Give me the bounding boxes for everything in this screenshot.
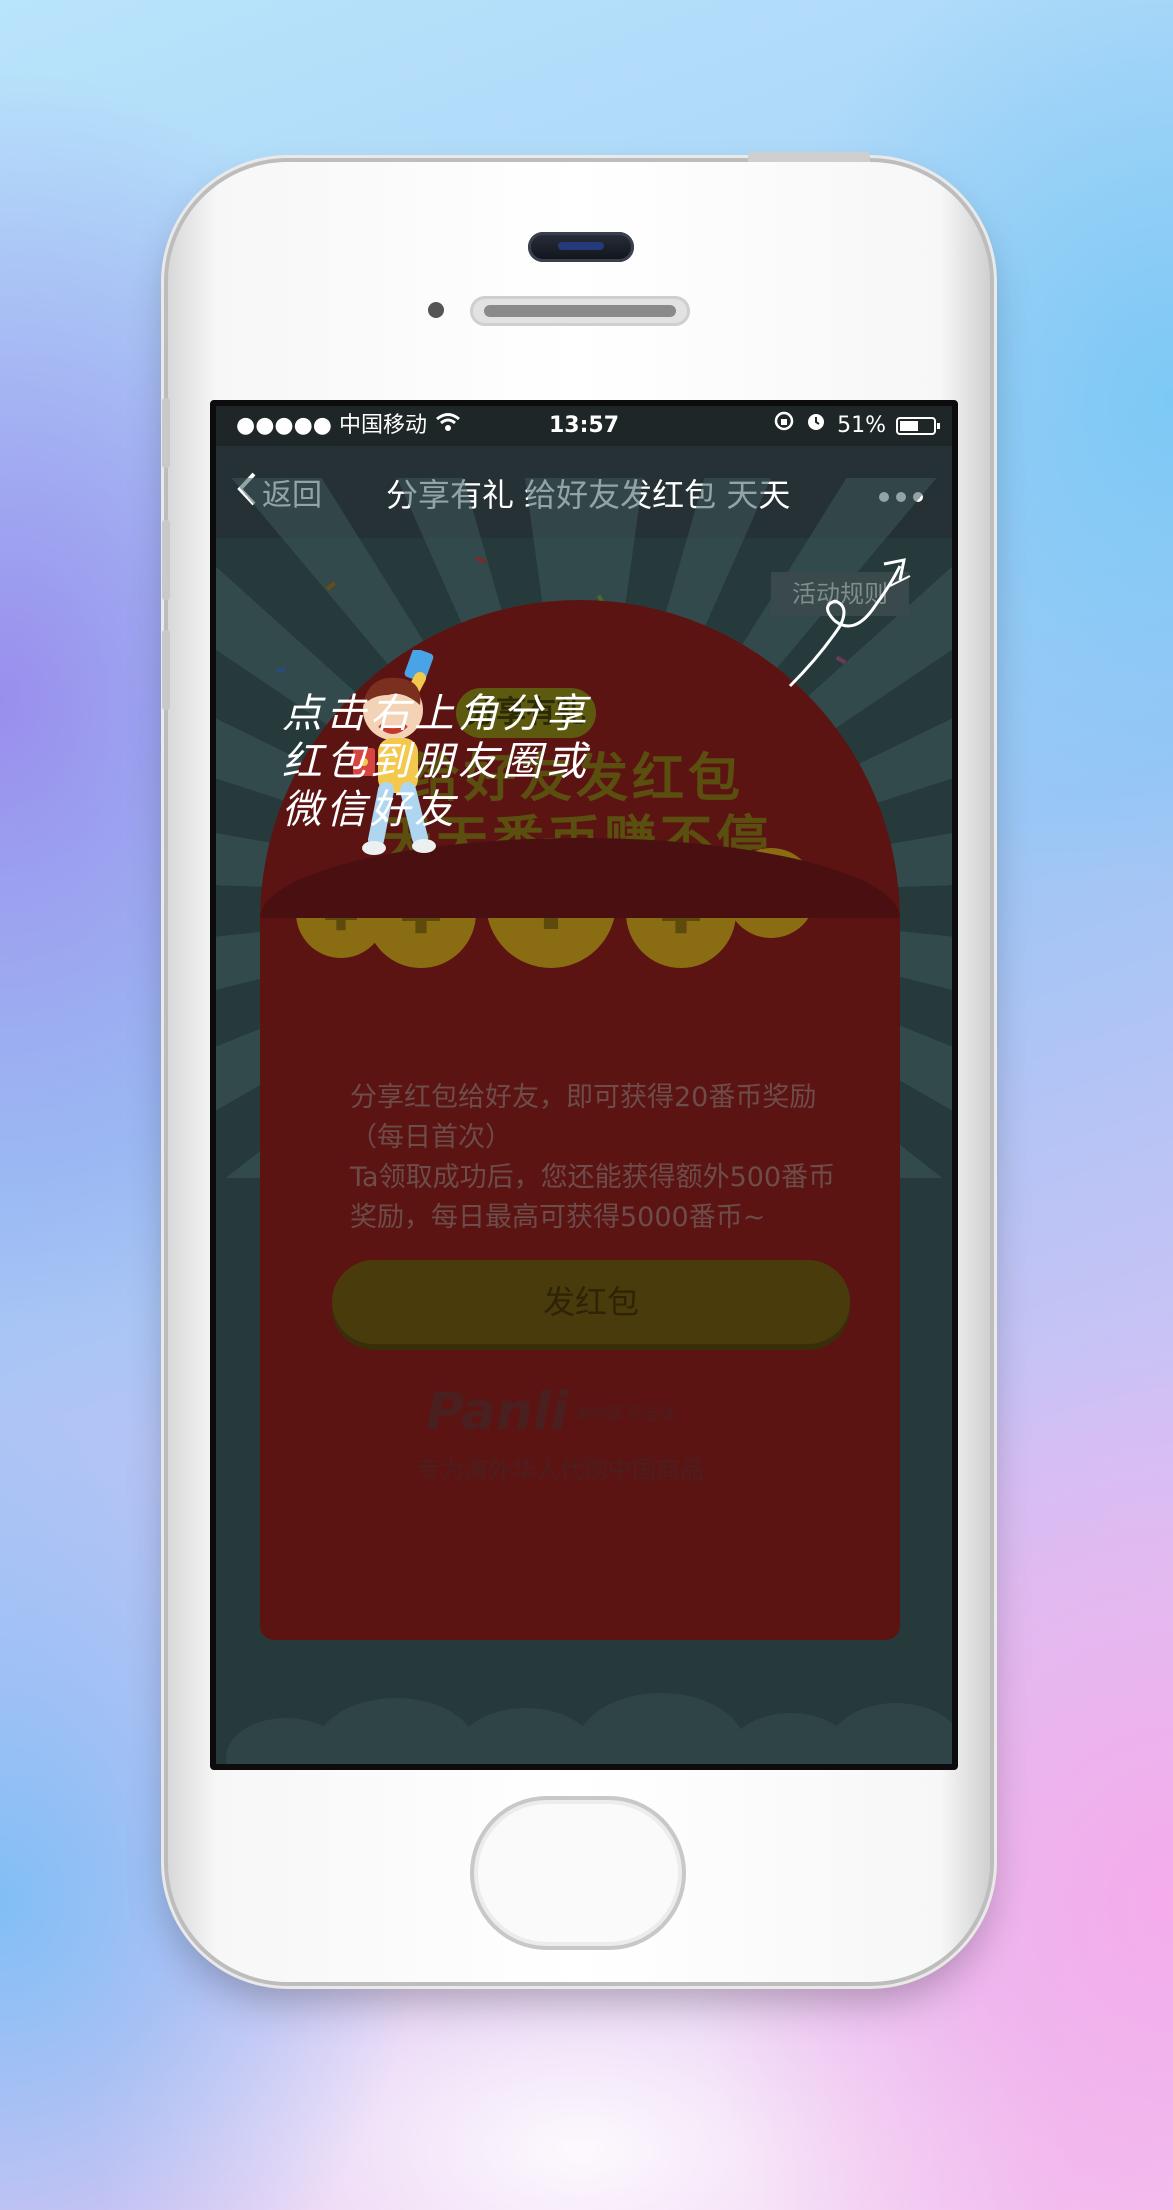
- pointer-arrow-icon: [788, 558, 911, 688]
- volume-up-button: [162, 520, 170, 600]
- battery-icon: [896, 417, 940, 435]
- panli-logo: Panli: [426, 1382, 569, 1442]
- guide-line-3: 微信好友: [282, 787, 458, 833]
- guide-line-1: 点击右上角分享: [282, 691, 590, 737]
- front-camera-icon: [428, 302, 444, 318]
- reward-description: 分享红包给好友，即可获得20番币奖励（每日首次） Ta领取成功后，您还能获得额外…: [350, 1078, 840, 1238]
- battery-percent: 51%: [837, 413, 886, 438]
- panli-tagline: 专为海外华人代购中国商品: [416, 1456, 704, 1484]
- volume-down-button: [162, 630, 170, 710]
- reward-description-text: 分享红包给好友，即可获得20番币奖励（每日首次） Ta领取成功后，您还能获得额外…: [350, 1082, 836, 1233]
- rotation-lock-icon: [773, 406, 795, 446]
- power-button: [748, 152, 870, 162]
- alarm-icon: [805, 406, 827, 446]
- speaker-grille: [470, 296, 690, 326]
- cloud-decoration: [216, 1688, 952, 1764]
- panli-slogan: 淘中国 买全球: [574, 1404, 676, 1423]
- guide-line-2: 红包到朋友圈或: [282, 739, 590, 785]
- status-right: 51%: [773, 406, 940, 446]
- cloud-shape: [576, 1693, 746, 1764]
- cloud-shape: [456, 1708, 596, 1764]
- mute-switch: [162, 398, 170, 468]
- cloud-shape: [316, 1698, 476, 1764]
- earpiece-camera: [528, 232, 634, 262]
- send-red-packet-button[interactable]: 发红包: [332, 1260, 850, 1344]
- status-bar: ●●●●● 中国移动 13:57 51%: [216, 406, 952, 446]
- share-guide-text: 点击右上角分享 红包到朋友圈或 微信好友: [282, 690, 590, 834]
- cloud-shape: [826, 1703, 952, 1764]
- home-button[interactable]: [470, 1796, 686, 1950]
